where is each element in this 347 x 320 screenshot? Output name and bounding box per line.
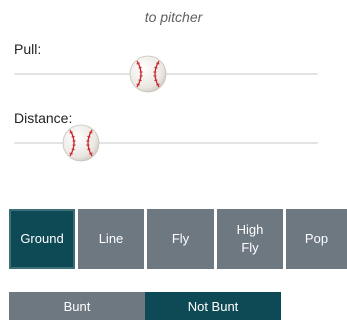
- baseball-icon[interactable]: [128, 54, 168, 94]
- hit-type-fly-button[interactable]: Fly: [147, 209, 214, 269]
- hit-type-pop-button[interactable]: Pop: [286, 209, 347, 269]
- hit-type-ground-button[interactable]: Ground: [9, 209, 75, 269]
- bunt-button[interactable]: Bunt: [9, 292, 145, 320]
- baseball-icon[interactable]: [61, 123, 101, 163]
- not-bunt-label: Not Bunt: [187, 299, 239, 314]
- hit-type-high-fly-button[interactable]: High Fly: [217, 209, 283, 269]
- hit-entry-screen: to pitcher Pull: Distance: Ground Line F…: [0, 0, 347, 320]
- hit-type-label: High Fly: [236, 222, 264, 255]
- hit-type-label: Line: [98, 231, 124, 246]
- hit-type-label: Ground: [20, 231, 64, 246]
- hit-type-line-button[interactable]: Line: [78, 209, 144, 269]
- hit-type-label: Pop: [304, 231, 329, 246]
- bunt-label: Bunt: [63, 299, 91, 314]
- distance-slider[interactable]: [14, 123, 318, 163]
- distance-slider-track[interactable]: [14, 142, 318, 144]
- pull-slider[interactable]: [14, 54, 318, 94]
- direction-hint: to pitcher: [144, 9, 203, 25]
- hit-type-label: Fly: [171, 231, 190, 246]
- not-bunt-button[interactable]: Not Bunt: [145, 292, 281, 320]
